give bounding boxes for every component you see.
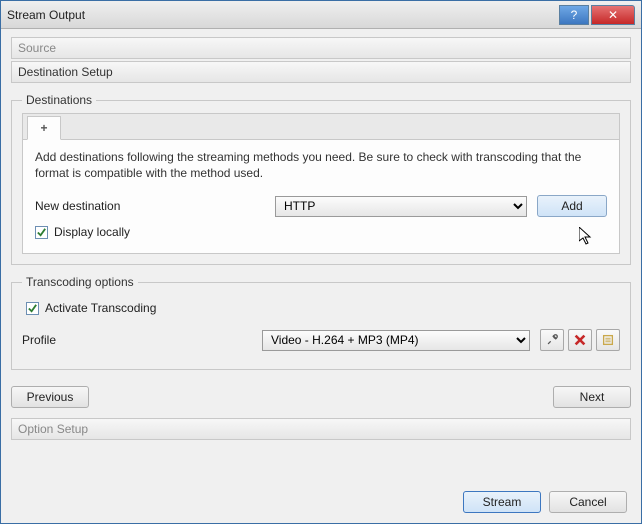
- close-button[interactable]: ✕: [591, 5, 635, 25]
- new-destination-label: New destination: [35, 199, 265, 213]
- previous-button[interactable]: Previous: [11, 386, 89, 408]
- transcoding-legend: Transcoding options: [22, 275, 138, 289]
- add-button[interactable]: Add: [537, 195, 607, 217]
- stream-output-dialog: Stream Output ? ✕ Source Destination Set…: [0, 0, 642, 524]
- wizard-nav: Previous Next: [11, 386, 631, 408]
- display-locally-row: Display locally: [35, 225, 607, 239]
- new-profile-button[interactable]: [596, 329, 620, 351]
- destinations-group: Destinations + Add destinations followin…: [11, 93, 631, 265]
- window-title: Stream Output: [7, 8, 559, 22]
- section-destination-setup[interactable]: Destination Setup: [11, 61, 631, 83]
- plus-icon: +: [40, 121, 47, 135]
- new-destination-row: New destination HTTP Add: [35, 195, 607, 217]
- display-locally-label: Display locally: [54, 225, 130, 239]
- titlebar: Stream Output ? ✕: [1, 1, 641, 29]
- edit-profile-button[interactable]: [540, 329, 564, 351]
- help-button[interactable]: ?: [559, 5, 589, 25]
- destinations-instructions: Add destinations following the streaming…: [35, 150, 607, 181]
- add-tab[interactable]: +: [27, 116, 61, 140]
- new-icon: [601, 333, 615, 347]
- check-icon: [27, 303, 38, 314]
- delete-profile-button[interactable]: [568, 329, 592, 351]
- destination-tabs: +: [22, 113, 620, 139]
- window-buttons: ? ✕: [559, 5, 635, 25]
- section-option-setup[interactable]: Option Setup: [11, 418, 631, 440]
- profile-tools: [540, 329, 620, 351]
- check-icon: [36, 227, 47, 238]
- delete-icon: [573, 333, 587, 347]
- profile-row: Profile Video - H.264 + MP3 (MP4): [22, 329, 620, 351]
- destination-tab-pane: Add destinations following the streaming…: [22, 139, 620, 254]
- section-source[interactable]: Source: [11, 37, 631, 59]
- tools-icon: [545, 333, 559, 347]
- destinations-legend: Destinations: [22, 93, 96, 107]
- next-button[interactable]: Next: [553, 386, 631, 408]
- activate-transcoding-row: Activate Transcoding: [26, 301, 620, 315]
- display-locally-checkbox[interactable]: [35, 226, 48, 239]
- close-icon: ✕: [608, 8, 618, 22]
- dialog-buttons: Stream Cancel: [463, 491, 627, 513]
- help-icon: ?: [571, 8, 578, 22]
- transcoding-group: Transcoding options Activate Transcoding…: [11, 275, 631, 370]
- profile-select[interactable]: Video - H.264 + MP3 (MP4): [262, 330, 530, 351]
- destination-method-select[interactable]: HTTP: [275, 196, 527, 217]
- activate-transcoding-label: Activate Transcoding: [45, 301, 156, 315]
- cancel-button[interactable]: Cancel: [549, 491, 627, 513]
- dialog-body: Source Destination Setup Destinations + …: [1, 29, 641, 523]
- stream-button[interactable]: Stream: [463, 491, 541, 513]
- activate-transcoding-checkbox[interactable]: [26, 302, 39, 315]
- profile-label: Profile: [22, 333, 252, 347]
